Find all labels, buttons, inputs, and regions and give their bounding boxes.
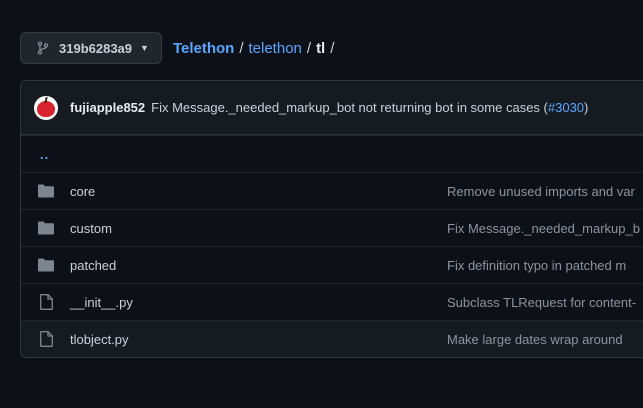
- commit-message-close: ): [584, 100, 589, 115]
- file-commit-message[interactable]: Make large dates wrap around: [447, 332, 623, 347]
- file-name[interactable]: __init__.py: [70, 295, 447, 310]
- file-name[interactable]: tlobject.py: [70, 332, 447, 347]
- parent-dir-link[interactable]: ..: [40, 147, 49, 162]
- git-branch-icon: [36, 41, 50, 55]
- breadcrumb-separator: /: [239, 39, 244, 57]
- folder-icon: [38, 184, 54, 198]
- breadcrumb-current: tl: [316, 39, 326, 57]
- parent-dir-row[interactable]: ..: [21, 135, 643, 172]
- file-name[interactable]: custom: [70, 221, 447, 236]
- file-commit-message[interactable]: Fix definition typo in patched m: [447, 258, 626, 273]
- commit-author[interactable]: fujiapple852: [70, 100, 145, 115]
- chevron-down-icon: ▼: [140, 43, 149, 53]
- file-browser: fujiapple852 Fix Message._needed_markup_…: [20, 80, 643, 358]
- folder-icon: [38, 258, 54, 272]
- breadcrumb-dir-link[interactable]: telethon: [249, 40, 302, 57]
- file-commit-message[interactable]: Subclass TLRequest for content-: [447, 295, 636, 310]
- branch-label: 319b6283a9: [59, 40, 133, 56]
- file-row[interactable]: __init__.py Subclass TLRequest for conte…: [21, 283, 643, 320]
- branch-selector-button[interactable]: 319b6283a9 ▼: [20, 32, 162, 64]
- avatar[interactable]: [34, 95, 58, 120]
- file-commit-message[interactable]: Remove unused imports and var: [447, 184, 635, 199]
- breadcrumb-separator: /: [306, 39, 312, 57]
- repo-topbar: 319b6283a9 ▼ Telethon / telethon / tl /: [20, 32, 339, 64]
- file-row[interactable]: patched Fix definition typo in patched m: [21, 246, 643, 283]
- file-commit-message[interactable]: Fix Message._needed_markup_b: [447, 221, 640, 236]
- breadcrumb: Telethon / telethon / tl /: [173, 40, 339, 57]
- file-row[interactable]: tlobject.py Make large dates wrap around: [21, 320, 643, 357]
- commit-message[interactable]: Fix Message._needed_markup_bot not retur…: [151, 100, 548, 115]
- file-icon: [38, 331, 54, 347]
- file-row[interactable]: custom Fix Message._needed_markup_b: [21, 209, 643, 246]
- breadcrumb-repo-link[interactable]: Telethon: [173, 40, 234, 57]
- commit-pr-link[interactable]: #3030: [548, 100, 584, 115]
- folder-icon: [38, 221, 54, 235]
- file-name[interactable]: patched: [70, 258, 447, 273]
- breadcrumb-separator: /: [330, 39, 335, 57]
- file-icon: [38, 294, 54, 310]
- file-row[interactable]: core Remove unused imports and var: [21, 172, 643, 209]
- latest-commit: fujiapple852 Fix Message._needed_markup_…: [21, 81, 643, 135]
- file-name[interactable]: core: [70, 184, 447, 199]
